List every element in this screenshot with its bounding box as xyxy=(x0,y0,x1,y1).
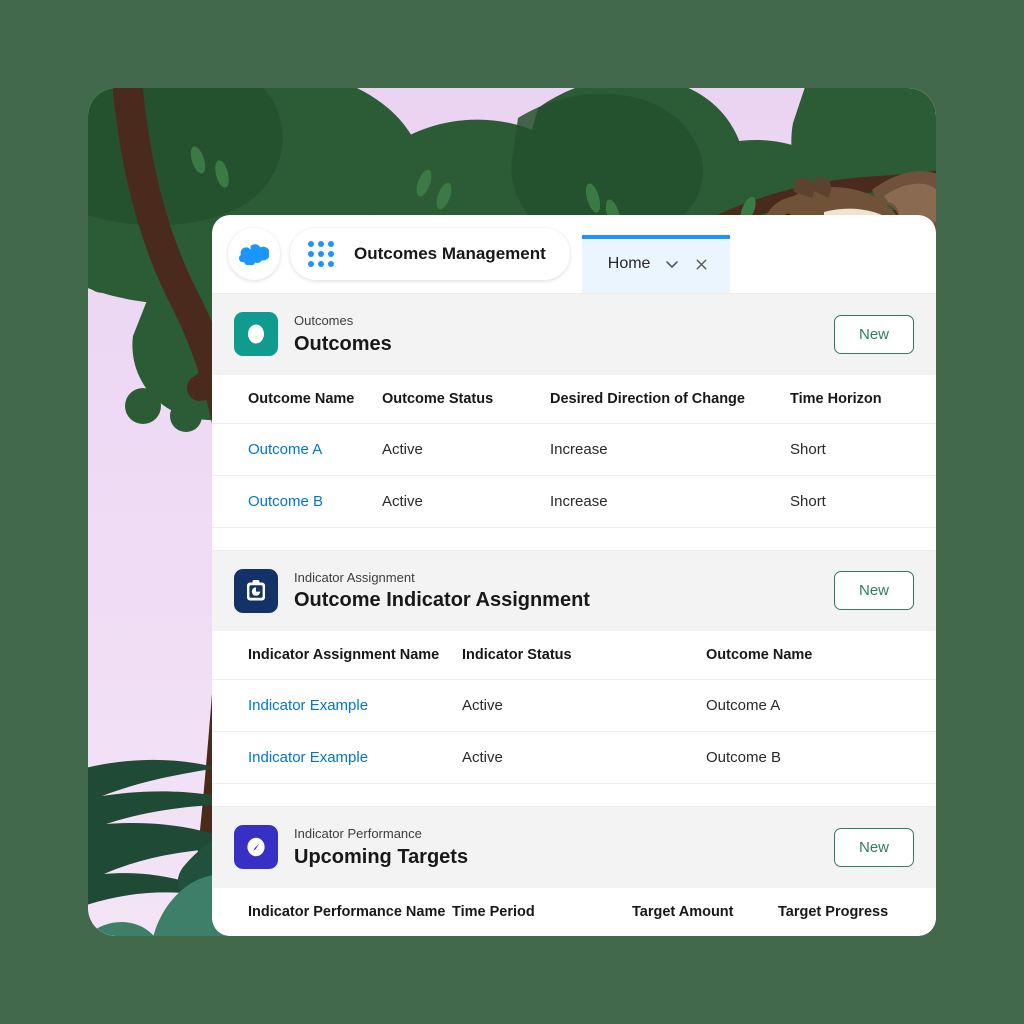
cell-indicator-status: Active xyxy=(462,679,706,733)
cell-outcome-name: Outcome B xyxy=(706,731,936,785)
cell-desired-direction: Increase xyxy=(550,475,790,528)
table-row: Indicator Example Active Outcome A xyxy=(212,679,936,733)
card-upcoming-targets: Indicator Performance Upcoming Targets N… xyxy=(212,806,936,936)
table-row: Outcome B Active Increase Short xyxy=(212,475,936,528)
global-header: Outcomes Management Home xyxy=(212,215,936,293)
column-header-outcome-name[interactable]: Outcome Name xyxy=(706,631,936,681)
tab-home[interactable]: Home xyxy=(581,235,730,293)
app-bar: Outcomes Management xyxy=(290,228,570,280)
home-page-content: Outcomes Outcomes New Outcome Name Outco… xyxy=(212,293,936,936)
column-header-desired-direction[interactable]: Desired Direction of Change xyxy=(550,374,790,424)
column-header-target-progress[interactable]: Target Progress xyxy=(778,887,936,936)
card-indicator-assignment: Indicator Assignment Outcome Indicator A… xyxy=(212,549,936,785)
column-header-outcome-name[interactable]: Outcome Name xyxy=(212,374,382,424)
column-header-target-amount[interactable]: Target Amount xyxy=(632,887,778,936)
column-header-time-period[interactable]: Time Period xyxy=(452,887,632,936)
tab-home-label: Home xyxy=(607,255,651,272)
column-header-indicator-assignment-name[interactable]: Indicator Assignment Name xyxy=(212,631,462,681)
link-indicator-example-1[interactable]: Indicator Example xyxy=(248,697,368,714)
card-upcoming-targets-eyebrow: Indicator Performance xyxy=(294,826,422,842)
cell-indicator-assignment-name: Indicator Example xyxy=(212,731,462,785)
card-upcoming-targets-title: Upcoming Targets xyxy=(294,845,469,868)
upcoming-targets-table: Indicator Performance Name Time Period T… xyxy=(212,887,936,936)
cell-time-horizon: Short xyxy=(790,423,936,476)
column-header-outcome-status[interactable]: Outcome Status xyxy=(382,374,550,424)
card-indicator-assignment-title: Outcome Indicator Assignment xyxy=(294,589,590,612)
table-header-row: Outcome Name Outcome Status Desired Dire… xyxy=(212,374,936,424)
link-indicator-example-2[interactable]: Indicator Example xyxy=(248,749,368,766)
chevron-down-icon[interactable] xyxy=(664,256,680,272)
link-outcome-a[interactable]: Outcome A xyxy=(248,441,322,458)
outcomes-icon xyxy=(234,312,278,357)
column-header-indicator-performance-name[interactable]: Indicator Performance Name xyxy=(212,887,452,936)
card-indicator-assignment-header: Indicator Assignment Outcome Indicator A… xyxy=(212,549,936,632)
cell-outcome-name: Outcome A xyxy=(706,679,936,733)
table-header-row: Indicator Performance Name Time Period T… xyxy=(212,887,936,936)
new-indicator-performance-button[interactable]: New xyxy=(833,827,914,867)
table-header-row: Indicator Assignment Name Indicator Stat… xyxy=(212,631,936,681)
indicator-assignment-icon xyxy=(234,568,278,613)
card-upcoming-targets-header: Indicator Performance Upcoming Targets N… xyxy=(212,806,936,888)
cell-outcome-name: Outcome A xyxy=(212,423,382,476)
card-outcomes-title: Outcomes xyxy=(294,332,392,355)
tab-bar: Home xyxy=(581,215,936,293)
salesforce-cloud-icon xyxy=(239,244,269,265)
cell-outcome-status: Active xyxy=(382,475,550,528)
card-spacer xyxy=(212,784,936,807)
cell-indicator-status: Active xyxy=(462,731,706,785)
cell-indicator-assignment-name: Indicator Example xyxy=(212,679,462,733)
card-spacer xyxy=(212,527,936,550)
link-outcome-b[interactable]: Outcome B xyxy=(248,493,323,510)
table-row: Indicator Example Active Outcome B xyxy=(212,731,936,785)
new-outcome-button[interactable]: New xyxy=(833,314,914,354)
column-header-time-horizon[interactable]: Time Horizon xyxy=(790,374,936,424)
app-name-label: Outcomes Management xyxy=(354,244,546,263)
outcomes-table: Outcome Name Outcome Status Desired Dire… xyxy=(212,374,936,528)
cell-time-horizon: Short xyxy=(790,475,936,528)
column-header-indicator-status[interactable]: Indicator Status xyxy=(462,631,706,681)
cell-outcome-name: Outcome B xyxy=(212,475,382,528)
cell-outcome-status: Active xyxy=(382,423,550,476)
table-row: Outcome A Active Increase Short xyxy=(212,423,936,476)
indicator-performance-icon xyxy=(234,825,278,870)
salesforce-app-window: Outcomes Management Home Outcomes Outcom… xyxy=(212,215,936,936)
indicator-assignment-table: Indicator Assignment Name Indicator Stat… xyxy=(212,631,936,785)
card-outcomes-eyebrow: Outcomes xyxy=(294,313,354,328)
cell-desired-direction: Increase xyxy=(550,423,790,476)
card-indicator-assignment-eyebrow: Indicator Assignment xyxy=(294,569,415,585)
card-outcomes: Outcomes Outcomes New Outcome Name Outco… xyxy=(212,293,936,528)
salesforce-logo-button[interactable] xyxy=(228,228,280,280)
app-launcher-waffle-icon[interactable] xyxy=(308,241,334,267)
new-indicator-assignment-button[interactable]: New xyxy=(833,571,914,611)
card-outcomes-header: Outcomes Outcomes New xyxy=(212,293,936,375)
close-icon[interactable] xyxy=(694,257,709,272)
